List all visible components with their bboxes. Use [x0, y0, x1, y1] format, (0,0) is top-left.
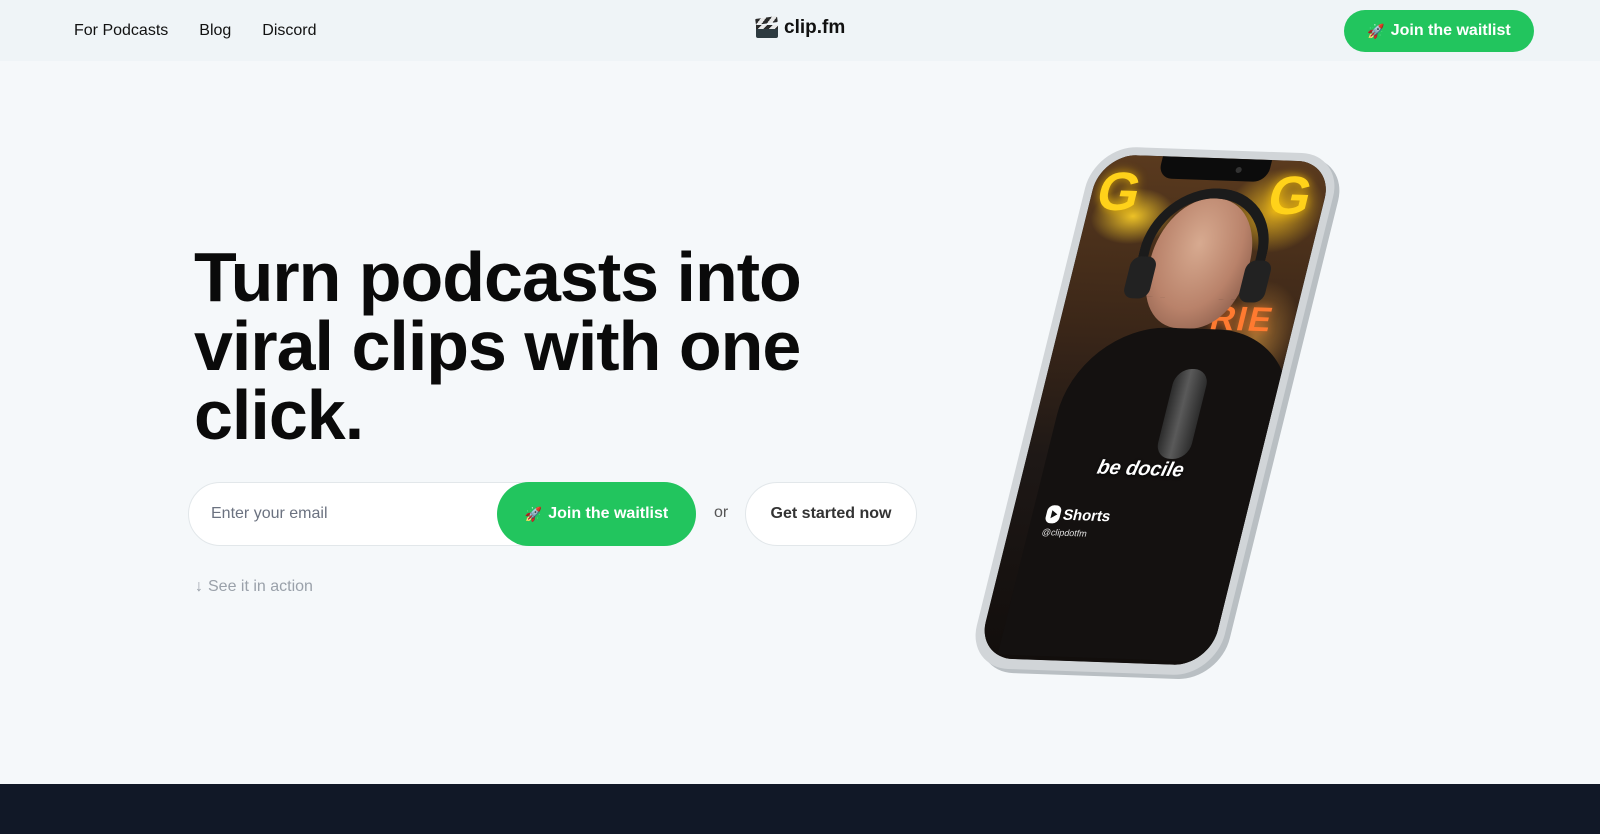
nav-link-discord[interactable]: Discord — [262, 22, 316, 40]
see-it-in-action-label: See it in action — [208, 578, 313, 595]
waitlist-form: 🚀 Join the waitlist — [188, 482, 696, 546]
brand-name: clip.fm — [784, 17, 846, 38]
footer-band — [0, 784, 1600, 834]
shorts-logo-icon — [1044, 505, 1063, 524]
main-nav: For Podcasts Blog Discord — [74, 0, 317, 61]
rocket-icon: 🚀 — [524, 505, 543, 522]
email-input[interactable] — [211, 483, 491, 545]
top-navbar: For Podcasts Blog Discord clip.fm 🚀 Join… — [0, 0, 1600, 61]
phone-screen-video[interactable]: G G RIE be docile Shorts @clipdotfm — [976, 154, 1334, 666]
channel-handle: @clipdotfm — [1040, 527, 1089, 539]
header-join-waitlist-button[interactable]: 🚀 Join the waitlist — [1344, 10, 1534, 52]
arrow-down-icon: ↓ — [195, 578, 203, 595]
form-join-waitlist-label: Join the waitlist — [548, 505, 669, 522]
phone-notch — [1157, 156, 1273, 183]
hero-title: Turn podcasts into viral clips with one … — [194, 238, 802, 454]
shorts-watermark: Shorts — [1044, 505, 1113, 525]
page: For Podcasts Blog Discord clip.fm 🚀 Join… — [0, 0, 1600, 834]
nav-link-for-podcasts[interactable]: For Podcasts — [74, 22, 168, 40]
rocket-icon: 🚀 — [1367, 22, 1385, 39]
clapperboard-icon — [755, 15, 778, 38]
header-join-waitlist-label: Join the waitlist — [1390, 22, 1511, 39]
phone-frame: G G RIE be docile Shorts @clipdotfm — [966, 145, 1344, 677]
form-join-waitlist-button[interactable]: 🚀 Join the waitlist — [497, 482, 696, 546]
nav-link-blog[interactable]: Blog — [199, 22, 231, 40]
see-it-in-action-link[interactable]: ↓ See it in action — [195, 578, 313, 596]
or-separator: or — [714, 504, 729, 521]
get-started-button[interactable]: Get started now — [745, 482, 917, 546]
phone-mockup: G G RIE be docile Shorts @clipdotfm — [966, 145, 1344, 680]
brand-logo[interactable]: clip.fm — [755, 15, 846, 39]
shorts-label: Shorts — [1061, 506, 1113, 525]
